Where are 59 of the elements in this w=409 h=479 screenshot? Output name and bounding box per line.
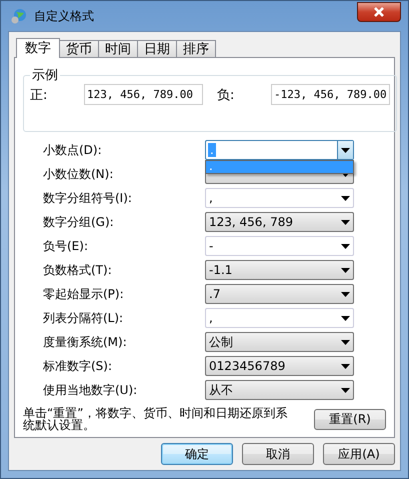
dropdown-value: .: [208, 143, 216, 157]
setting-label: 小数位数(N):: [43, 166, 114, 182]
dropdown[interactable]: -1.1: [205, 260, 354, 280]
setting-label: 小数点(D):: [43, 142, 103, 158]
setting-label: 零起始显示(P):: [43, 286, 125, 302]
setting-label: 度量衡系统(M):: [43, 334, 128, 350]
dialog-button[interactable]: 应用(A): [323, 443, 395, 465]
group-title: 示例: [31, 67, 59, 84]
setting-label: 负数格式(T):: [43, 262, 113, 278]
dropdown-value: .7: [208, 287, 222, 301]
dropdown-value: -: [208, 239, 214, 253]
caret-icon: [340, 220, 350, 224]
readonly-field: -123, 456, 789.00: [271, 84, 390, 105]
dropdown[interactable]: .7: [205, 284, 354, 304]
field-label: 正:: [30, 86, 48, 104]
tab[interactable]: 排序: [176, 40, 216, 57]
caret-icon: [340, 388, 350, 392]
caret-icon: [340, 196, 350, 200]
setting-label: 负号(E):: [43, 238, 89, 254]
dropdown[interactable]: 公制: [205, 332, 354, 352]
dropdown[interactable]: 123, 456, 789: [205, 212, 354, 232]
field-label: 负:: [217, 86, 236, 104]
dropdown-value: -1.1: [208, 263, 234, 277]
tab[interactable]: 时间: [98, 40, 138, 57]
caret-icon: [340, 364, 350, 368]
dropdown[interactable]: 从不: [205, 380, 354, 400]
dropdown[interactable]: 0123456789: [205, 356, 354, 376]
globe-icon: [10, 7, 28, 25]
reset-button[interactable]: 重置(R): [314, 408, 386, 430]
dropdown-value: 从不: [208, 382, 234, 398]
dialog-button[interactable]: 取消: [242, 443, 314, 465]
tab[interactable]: 货币: [59, 40, 99, 57]
dropdown[interactable]: -: [205, 236, 354, 256]
reset-note: 单击“重置”，将数字、货币、时间和日期还原到系统默认设置。: [23, 407, 288, 431]
caret-icon: [340, 340, 350, 344]
setting-label: 数字分组符号(I):: [43, 190, 133, 206]
tab[interactable]: 日期: [137, 40, 177, 57]
setting-label: 使用当地数字(U):: [43, 382, 138, 398]
close-icon: [373, 7, 385, 17]
caret-icon: [340, 316, 350, 320]
dropdown-value: 0123456789: [208, 359, 286, 373]
setting-label: 标准数字(S):: [43, 358, 114, 374]
close-button[interactable]: [357, 2, 401, 22]
caret-icon: [340, 244, 350, 248]
setting-label: 数字分组(G):: [43, 214, 115, 230]
caret-icon: [340, 292, 350, 296]
dropdown-value: 123, 456, 789: [208, 215, 294, 229]
dropdown-value: 公制: [208, 334, 234, 350]
tab[interactable]: 数字: [16, 38, 60, 58]
caret-icon: [341, 148, 350, 152]
window-title: 自定义格式: [34, 8, 94, 24]
readonly-field: 123, 456, 789.00: [84, 84, 203, 105]
dropdown-value: ,: [208, 191, 214, 205]
dropdown[interactable]: ,: [205, 188, 354, 208]
dropdown[interactable]: ,: [205, 308, 354, 328]
setting-label: 列表分隔符(L):: [43, 310, 124, 326]
caret-icon: [340, 268, 350, 272]
dialog-button[interactable]: 确定: [161, 443, 233, 465]
dropdown-value: ,: [208, 311, 214, 325]
